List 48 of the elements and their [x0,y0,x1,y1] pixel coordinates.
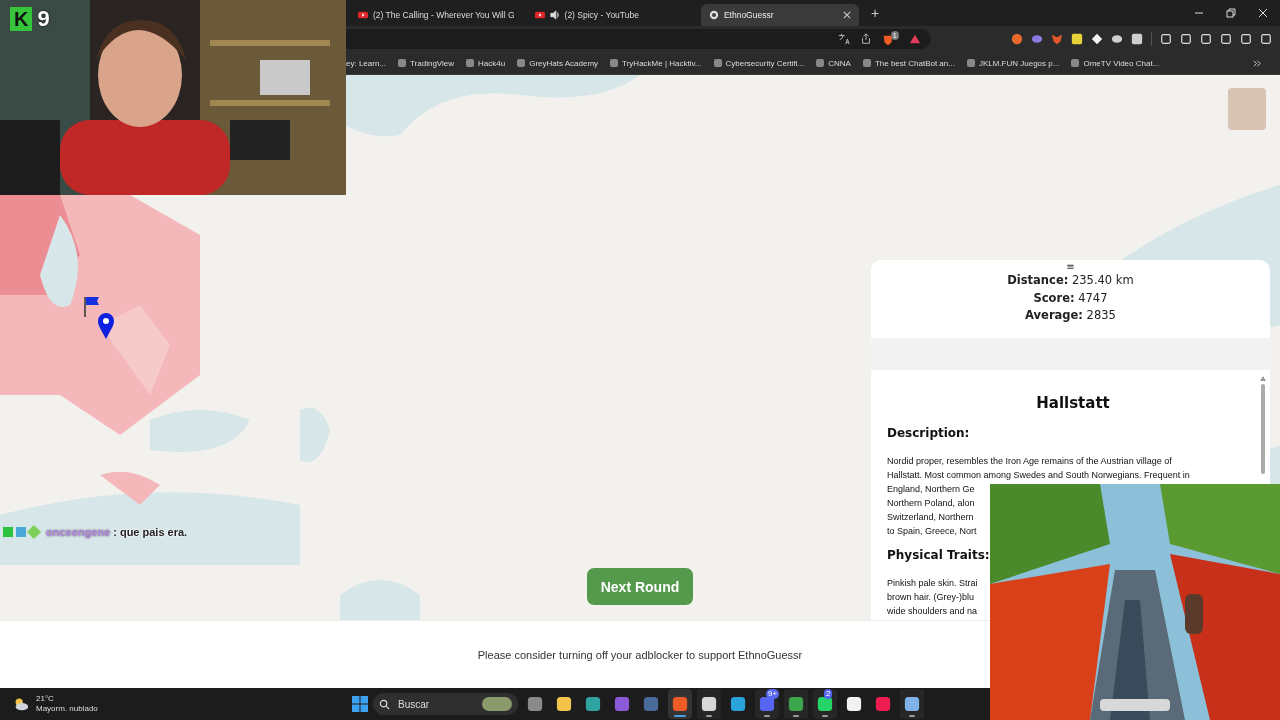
bookmark[interactable]: GreyHats Academy [517,58,599,68]
running-indicator [909,715,915,717]
notification-badge: 2 [824,689,833,699]
bookmark[interactable]: TradingView [398,58,455,68]
translate-icon[interactable] [837,33,850,45]
bookmark[interactable]: OmeTV Video Chat... [1071,58,1160,68]
weather-condition: Mayorm. nublado [36,704,98,714]
close-tab-icon[interactable] [842,11,851,19]
play-icon [534,10,545,20]
bookmark[interactable]: TryHackMe | Hacktiv... [610,58,702,68]
temperature: 21°C [36,694,55,704]
adblock-notice: Please consider turning off your adblocker to support EthnoGuessr [477,648,803,661]
bookmark[interactable]: Hack4u [466,58,506,68]
running-indicator [822,715,828,717]
bookmark[interactable]: CNNA [816,58,851,68]
browser-tab[interactable]: (2) Spicy - YouTube [526,4,647,26]
circle-logo-icon[interactable] [1011,33,1023,45]
bookmark[interactable]: Cybersecurity Certifi... [713,58,805,68]
windows-start-icon[interactable] [352,696,368,712]
running-indicator [764,715,770,717]
shield-button[interactable]: 1 [881,31,899,47]
taskbar-button[interactable]: 2 [813,689,837,719]
fox-icon[interactable] [1051,33,1063,45]
browser-tab[interactable]: EthnoGuessr [700,4,859,26]
new-tab-button[interactable]: + [870,5,880,21]
bookmark[interactable]: ey: Learn... [346,58,387,68]
share-icon[interactable] [859,33,872,45]
taskbar-button[interactable]: 9+ [755,689,779,719]
browser-tab[interactable]: (2) The Calling - Wherever You Will G [350,4,523,26]
diamond-icon[interactable] [1091,33,1103,45]
notification-badge: 9+ [766,689,780,699]
taskbar-button[interactable] [900,689,924,719]
square-logo-icon[interactable] [1071,33,1083,45]
running-indicator [706,715,712,717]
taskbar-button[interactable] [697,689,721,719]
search-bar[interactable]: Buscar [373,693,518,715]
running-indicator [793,715,799,717]
restore-icon[interactable] [1226,8,1236,18]
triangle-icon[interactable] [909,33,921,45]
bookmark[interactable]: The best ChatBot an... [862,58,955,68]
play-icon [358,10,368,20]
close-icon[interactable] [1258,8,1268,18]
search-field[interactable]: Buscar [396,697,470,711]
running-indicator [674,715,686,717]
bookmark[interactable]: JKLM.FUN Juegos p... [966,58,1060,68]
speaker-icon [549,10,560,20]
address-bar[interactable]: 1 [346,29,931,49]
search-icon [379,698,390,710]
